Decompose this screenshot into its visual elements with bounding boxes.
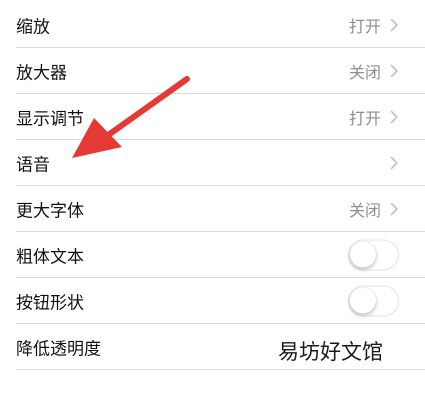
accessibility-settings-list: 缩放 打开 放大器 关闭 显示调节 打开 语音 更大字体 关闭 粗体文本 按钮形… (0, 0, 425, 383)
row-magnifier-label: 放大器 (16, 63, 67, 84)
chevron-right-icon (390, 18, 398, 32)
row-bold-text-label: 粗体文本 (16, 247, 84, 268)
row-display-adjust-value: 打开 (348, 109, 381, 128)
chevron-right-icon (390, 156, 398, 170)
toggle-knob (350, 287, 376, 314)
row-zoom-value: 打开 (348, 17, 381, 36)
row-zoom[interactable]: 缩放 打开 (0, 2, 425, 48)
row-speech-label: 语音 (16, 155, 50, 176)
chevron-right-icon (390, 64, 398, 78)
toggle-knob (350, 241, 376, 268)
row-speech[interactable]: 语音 (0, 140, 425, 186)
row-display-adjust-label: 显示调节 (16, 109, 84, 130)
row-display-adjust[interactable]: 显示调节 打开 (0, 94, 425, 140)
row-larger-text-label: 更大字体 (16, 201, 84, 222)
chevron-right-icon (390, 110, 398, 124)
row-button-shapes: 按钮形状 (0, 278, 425, 324)
row-larger-text[interactable]: 更大字体 关闭 (0, 186, 425, 232)
row-magnifier-value: 关闭 (348, 63, 381, 82)
row-partial[interactable] (0, 370, 425, 416)
watermark: 易坊好文馆 (278, 340, 383, 364)
row-larger-text-value: 关闭 (348, 201, 381, 220)
row-reduce-transparency-label: 降低透明度 (16, 339, 101, 360)
row-bold-text: 粗体文本 (0, 232, 425, 278)
row-magnifier[interactable]: 放大器 关闭 (0, 48, 425, 94)
button-shapes-toggle[interactable] (348, 285, 399, 317)
bold-text-toggle[interactable] (348, 239, 399, 271)
chevron-right-icon (390, 202, 398, 216)
row-button-shapes-label: 按钮形状 (16, 293, 84, 314)
row-zoom-label: 缩放 (16, 17, 50, 38)
